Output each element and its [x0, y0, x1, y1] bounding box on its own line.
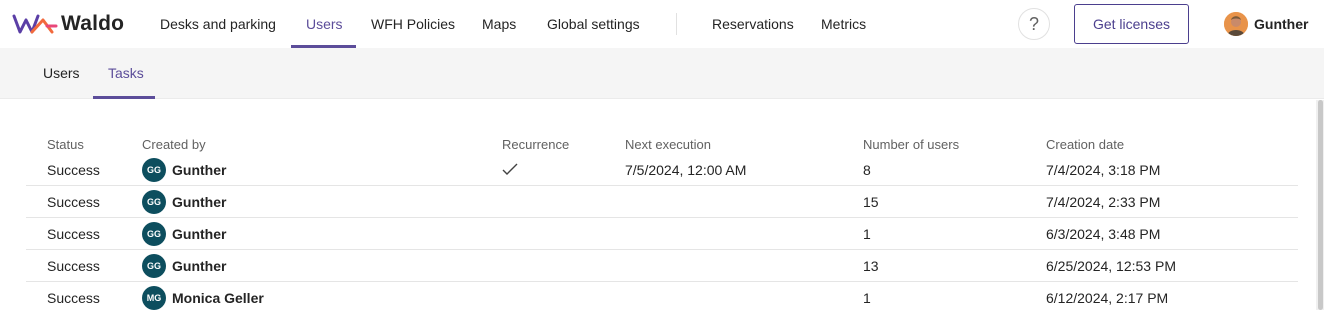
nav-users[interactable]: Users	[306, 0, 343, 48]
avatar: GG	[142, 190, 166, 214]
creator-name: Monica Geller	[172, 290, 264, 306]
waldo-logo-icon	[12, 14, 58, 34]
column-header-number-of-users[interactable]: Number of users	[863, 137, 959, 152]
table-row[interactable]: Success MG Monica Geller 1 6/12/2024, 2:…	[26, 282, 1298, 310]
column-header-status[interactable]: Status	[47, 137, 84, 152]
column-header-creation-date[interactable]: Creation date	[1046, 137, 1124, 152]
brand-name: Waldo	[61, 12, 125, 35]
tab-users[interactable]: Users	[43, 48, 80, 98]
nav-metrics[interactable]: Metrics	[821, 0, 866, 48]
active-tab-indicator	[93, 96, 155, 99]
creation-date-cell: 7/4/2024, 3:18 PM	[1046, 162, 1161, 178]
nav-global-settings[interactable]: Global settings	[547, 0, 640, 48]
nav-reservations[interactable]: Reservations	[712, 0, 794, 48]
avatar: GG	[142, 158, 166, 182]
avatar: GG	[142, 254, 166, 278]
column-header-created-by[interactable]: Created by	[142, 137, 206, 152]
created-by-cell: MG Monica Geller	[142, 282, 264, 310]
nav-wfh-policies[interactable]: WFH Policies	[371, 0, 455, 48]
created-by-cell: GG Gunther	[142, 186, 226, 218]
creator-name: Gunther	[172, 194, 227, 210]
creation-date-cell: 7/4/2024, 2:33 PM	[1046, 194, 1161, 210]
avatar: MG	[142, 286, 166, 310]
creator-name: Gunther	[172, 258, 227, 274]
creation-date-cell: 6/12/2024, 2:17 PM	[1046, 290, 1169, 306]
user-name[interactable]: Gunther	[1254, 0, 1308, 48]
status-cell: Success	[47, 162, 100, 178]
creation-date-cell: 6/3/2024, 3:48 PM	[1046, 226, 1161, 242]
check-icon	[502, 163, 518, 175]
question-mark-icon: ?	[1028, 14, 1039, 34]
number-of-users-cell: 13	[863, 258, 879, 274]
column-header-next-execution[interactable]: Next execution	[625, 137, 711, 152]
table-row[interactable]: Success GG Gunther 7/5/2024, 12:00 AM 8 …	[26, 154, 1298, 186]
table-row[interactable]: Success GG Gunther 13 6/25/2024, 12:53 P…	[26, 250, 1298, 282]
get-licenses-button[interactable]: Get licenses	[1074, 4, 1189, 44]
column-header-recurrence[interactable]: Recurrence	[502, 137, 569, 152]
top-navigation: Waldo Desks and parking Users WFH Polici…	[0, 0, 1324, 48]
status-cell: Success	[47, 226, 100, 242]
status-cell: Success	[47, 290, 100, 306]
nav-divider	[676, 13, 677, 35]
nav-desks-and-parking[interactable]: Desks and parking	[160, 0, 276, 48]
number-of-users-cell: 1	[863, 226, 871, 242]
tab-tasks[interactable]: Tasks	[108, 48, 144, 98]
scrollbar-thumb[interactable]	[1318, 100, 1323, 310]
creator-name: Gunther	[172, 226, 227, 242]
number-of-users-cell: 15	[863, 194, 879, 210]
avatar: GG	[142, 222, 166, 246]
sub-navigation: Users Tasks	[0, 48, 1324, 99]
created-by-cell: GG Gunther	[142, 250, 226, 282]
user-avatar[interactable]	[1224, 12, 1248, 36]
user-photo-icon	[1224, 12, 1248, 36]
waldo-logo[interactable]: Waldo	[12, 12, 124, 36]
table-row[interactable]: Success GG Gunther 15 7/4/2024, 2:33 PM	[26, 186, 1298, 218]
status-cell: Success	[47, 258, 100, 274]
number-of-users-cell: 8	[863, 162, 871, 178]
table-row[interactable]: Success GG Gunther 1 6/3/2024, 3:48 PM	[26, 218, 1298, 250]
creation-date-cell: 6/25/2024, 12:53 PM	[1046, 258, 1176, 274]
nav-maps[interactable]: Maps	[482, 0, 516, 48]
next-execution-cell: 7/5/2024, 12:00 AM	[625, 162, 747, 178]
number-of-users-cell: 1	[863, 290, 871, 306]
creator-name: Gunther	[172, 162, 227, 178]
created-by-cell: GG Gunther	[142, 154, 226, 186]
status-cell: Success	[47, 194, 100, 210]
help-button[interactable]: ?	[1018, 8, 1050, 40]
created-by-cell: GG Gunther	[142, 218, 226, 250]
